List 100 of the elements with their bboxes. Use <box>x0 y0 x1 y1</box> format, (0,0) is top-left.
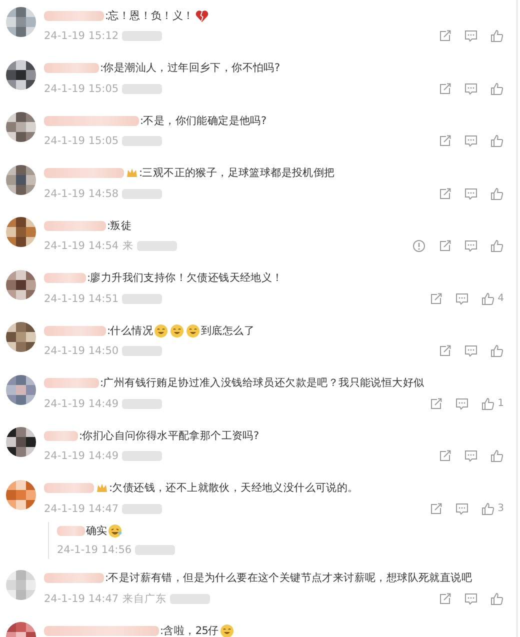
blurred-location <box>122 398 162 408</box>
warning-icon[interactable] <box>412 239 426 253</box>
timestamp: 24-1-19 15:05 <box>44 82 119 94</box>
share-icon[interactable] <box>428 292 443 306</box>
blurred-name <box>44 483 94 493</box>
blurred-location <box>122 136 162 146</box>
timestamp: 24-1-19 15:12 <box>44 30 119 42</box>
avatar[interactable] <box>6 217 36 247</box>
blurred-name <box>44 326 106 336</box>
comment-text: 到底怎么了 <box>201 324 255 338</box>
comment-icon[interactable] <box>454 396 469 410</box>
avatar[interactable] <box>6 60 36 90</box>
broken-heart-icon <box>194 8 209 22</box>
blurred-location <box>170 594 210 604</box>
comment-text: :不是，你们能确定是他吗? <box>140 114 266 128</box>
thumbs-up-icon[interactable] <box>490 29 504 43</box>
thumbs-up-icon[interactable] <box>490 134 504 148</box>
blurred-location <box>122 504 162 514</box>
blurred-location <box>122 294 162 304</box>
thumbs-up-icon[interactable] <box>490 592 504 606</box>
location-text: 来 <box>122 239 134 253</box>
comment-icon[interactable] <box>464 134 478 148</box>
blurred-location <box>136 241 177 251</box>
blurred-name <box>57 526 85 536</box>
like-count: 4 <box>498 293 504 304</box>
comment-icon[interactable] <box>464 592 478 606</box>
thumbs-up-icon[interactable] <box>490 186 504 200</box>
share-icon[interactable] <box>438 239 452 253</box>
blurred-location <box>122 188 162 198</box>
comment-icon[interactable] <box>454 292 469 306</box>
blurred-name <box>44 273 86 283</box>
comment-icon[interactable] <box>464 449 478 463</box>
timestamp: 24-1-19 14:47 <box>44 592 119 604</box>
share-icon[interactable] <box>438 134 452 148</box>
comment-icon[interactable] <box>464 29 478 43</box>
share-icon[interactable] <box>438 344 452 358</box>
smiley-icon <box>170 324 184 338</box>
avatar[interactable] <box>6 427 36 457</box>
comment-text: :你扪心自问你得水平配拿那个工资吗? <box>79 428 259 442</box>
share-icon[interactable] <box>438 592 452 606</box>
like-count: 3 <box>498 503 504 514</box>
comment-icon[interactable] <box>464 239 478 253</box>
smiley-icon <box>186 324 200 338</box>
avatar[interactable] <box>6 270 36 300</box>
thumbs-up-icon[interactable] <box>480 396 495 410</box>
blurred-name <box>44 430 78 440</box>
avatar[interactable] <box>6 322 36 352</box>
location-text: 来自广东 <box>122 592 167 606</box>
thumbs-up-icon[interactable] <box>490 239 504 253</box>
blurred-location <box>122 346 162 356</box>
share-icon[interactable] <box>428 396 443 410</box>
share-icon[interactable] <box>438 82 452 96</box>
comment-text: :广州有钱行贿足协过准入没钱给球员还欠款是吧？我只能说恒大好似 <box>100 376 424 390</box>
thumbs-up-icon[interactable] <box>480 292 495 306</box>
comment-icon[interactable] <box>464 186 478 200</box>
share-icon[interactable] <box>438 29 452 43</box>
avatar[interactable] <box>6 112 36 142</box>
comment-text: :欠债还钱，还不上就散伙，天经地义没什么可说的。 <box>109 481 358 495</box>
laughing-face-icon <box>108 524 122 538</box>
blurred-name <box>44 573 104 583</box>
comment-text: :叛徒 <box>107 218 132 232</box>
timestamp: 24-1-19 14:49 <box>44 398 119 410</box>
blurred-location <box>122 84 162 94</box>
thumbs-up-icon[interactable] <box>490 344 504 358</box>
comment-text: :廖力升我们支持你！欠债还钱天经地义！ <box>87 271 283 285</box>
timestamp: 24-1-19 15:05 <box>44 135 119 147</box>
comment-text: :三观不正的猴子，足球篮球都是投机倒把 <box>139 166 335 180</box>
comment-icon[interactable] <box>464 344 478 358</box>
comment-text: :你是潮汕人，过年回乡下，你不怕吗? <box>100 61 280 75</box>
avatar[interactable] <box>6 164 36 194</box>
thumbs-up-icon[interactable] <box>490 82 504 96</box>
blurred-location <box>134 544 175 554</box>
blurred-name <box>44 220 106 230</box>
share-icon[interactable] <box>428 502 443 516</box>
comment-icon[interactable] <box>454 502 469 516</box>
thumbs-up-icon[interactable] <box>490 449 504 463</box>
comment-text: :忘！恩！负！义！ <box>105 8 194 22</box>
comment-text: :含啦，25仔 <box>160 624 219 637</box>
timestamp: 24-1-19 14:50 <box>44 345 119 357</box>
timestamp: 24-1-19 14:51 <box>44 292 119 304</box>
blurred-location <box>122 451 162 461</box>
comment-text: :什么情况 <box>107 324 154 338</box>
comment-text: :不是讨薪有错，但是为什么要在这个关键节点才来讨薪呢，想球队死就直说吧 <box>105 571 472 585</box>
blurred-location <box>122 31 162 41</box>
timestamp: 24-1-19 14:47 <box>44 502 119 514</box>
share-icon[interactable] <box>438 186 452 200</box>
timestamp: 24-1-19 14:54 <box>44 240 119 252</box>
share-icon[interactable] <box>438 449 452 463</box>
like-count: 1 <box>498 398 504 409</box>
blurred-name <box>44 10 104 20</box>
blurred-name <box>44 378 99 388</box>
timestamp: 24-1-19 14:49 <box>44 450 119 462</box>
blurred-name <box>44 63 99 73</box>
smiley-icon <box>220 624 234 637</box>
timestamp: 24-1-19 14:58 <box>44 188 119 200</box>
smiley-icon <box>154 324 168 338</box>
thumbs-up-icon[interactable] <box>480 502 495 516</box>
comment-text: 确实 <box>86 524 108 538</box>
timestamp: 24-1-19 14:56 <box>57 544 132 556</box>
comment-icon[interactable] <box>464 82 478 96</box>
